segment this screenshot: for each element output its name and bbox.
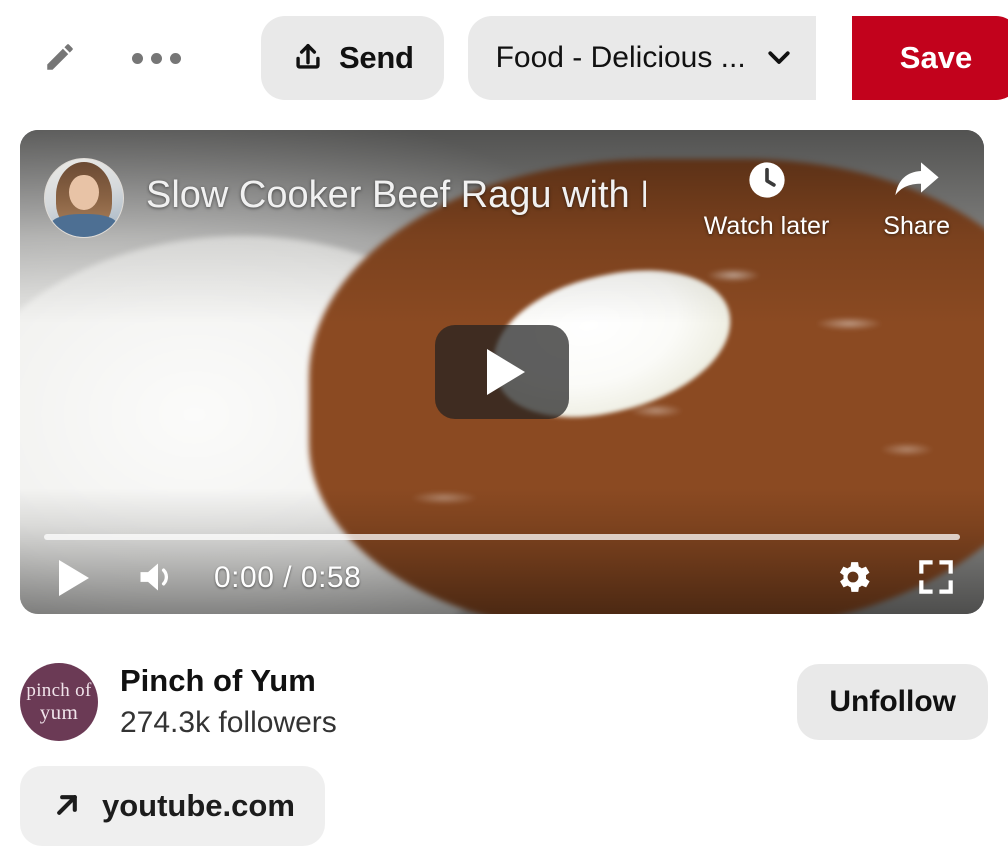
external-link-arrow-icon (50, 788, 84, 825)
avatar[interactable]: pinch of yum (20, 663, 98, 741)
send-button[interactable]: Send (261, 16, 444, 100)
source-link-button[interactable]: youtube.com (20, 766, 325, 846)
source-link-label: youtube.com (102, 788, 295, 823)
pencil-icon (43, 40, 77, 77)
gear-icon (832, 556, 874, 601)
share-button[interactable]: Share (883, 156, 950, 241)
share-label: Share (883, 212, 950, 240)
watch-later-label: Watch later (703, 212, 830, 240)
video-title[interactable]: Slow Cooker Beef Ragu with P... (146, 158, 646, 220)
video-controls-right (832, 555, 958, 602)
fullscreen-icon (914, 555, 958, 602)
avatar-line-2: yum (39, 700, 79, 724)
save-button[interactable]: Save (852, 16, 1008, 100)
pin-detail-panel: Send Food - Delicious ... Save Slow Cook… (0, 0, 1008, 856)
video-controls-bar: 0:00 / 0:58 (20, 542, 984, 614)
clock-icon (744, 156, 790, 204)
creator-follower-count: 274.3k followers (120, 705, 337, 739)
avatar-line-1: pinch of (26, 680, 92, 701)
board-selector[interactable]: Food - Delicious ... (467, 16, 816, 100)
more-options-button[interactable] (130, 32, 182, 84)
fullscreen-button[interactable] (914, 555, 958, 602)
send-button-label: Send (339, 40, 414, 75)
ellipsis-icon (131, 52, 181, 64)
creator-row: pinch of yum Pinch of Yum 274.3k followe… (20, 658, 988, 746)
play-icon (59, 560, 89, 596)
volume-icon (134, 556, 182, 601)
chevron-down-icon (764, 42, 794, 75)
play-icon (487, 349, 525, 395)
watch-later-button[interactable]: Watch later (703, 156, 830, 241)
share-upload-icon (291, 40, 325, 77)
save-button-label: Save (899, 40, 973, 75)
video-overlay-actions: Watch later Share (704, 156, 950, 241)
creator-name[interactable]: Pinch of Yum (120, 662, 337, 701)
video-progress-bar[interactable] (44, 534, 960, 540)
play-button[interactable] (46, 550, 102, 606)
creator-info: Pinch of Yum 274.3k followers (120, 662, 337, 742)
settings-button[interactable] (832, 556, 874, 601)
share-arrow-icon (891, 156, 943, 204)
volume-button[interactable] (128, 550, 188, 606)
edit-pin-button[interactable] (34, 32, 86, 84)
pin-action-bar: Send Food - Delicious ... Save (0, 0, 1008, 116)
board-selector-label: Food - Delicious ... (495, 41, 746, 74)
video-player[interactable]: Slow Cooker Beef Ragu with P... Watch la… (20, 130, 984, 614)
video-timestamp: 0:00 / 0:58 (214, 561, 362, 594)
play-overlay-button[interactable] (435, 325, 569, 419)
unfollow-button[interactable]: Unfollow (797, 664, 988, 740)
channel-avatar[interactable] (44, 158, 124, 238)
